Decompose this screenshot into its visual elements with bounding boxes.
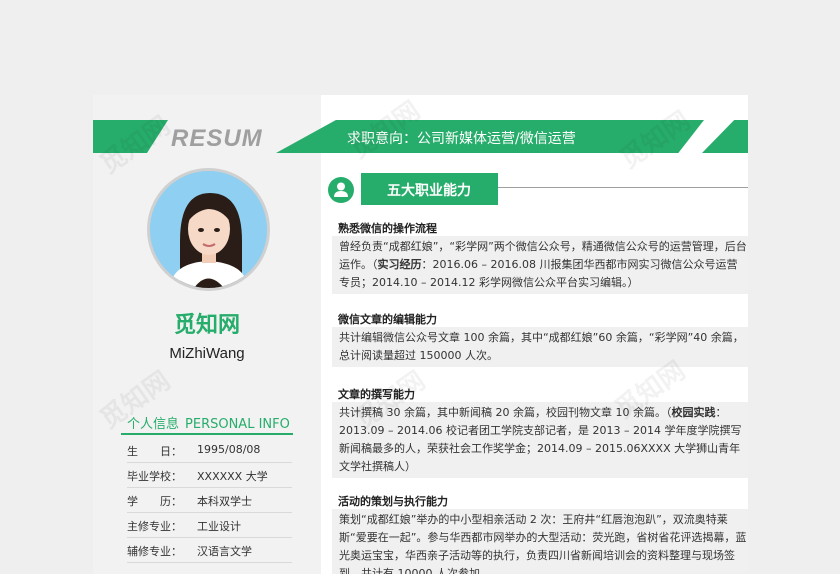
ability-title: 微信文章的编辑能力 [338, 313, 437, 326]
info-value: 工业设计 [197, 520, 241, 533]
ability-text: 策划“成都红娘”举办的中小型相亲活动 2 次：王府井“红唇泡泡趴”，双流奥特莱斯… [339, 513, 747, 574]
info-value: 1995/08/08 [197, 443, 261, 456]
info-row-birthday: 生 日： 1995/08/08 [127, 438, 292, 463]
info-key: 生 日： [127, 445, 182, 458]
info-row-degree: 学 历： 本科双学士 [127, 488, 292, 513]
resume-page: RESUM 求职意向：公司新媒体运营/微信运营 觅知网 MiZhiWang 个人… [93, 95, 748, 574]
ability-body: 共计编辑微信公众号文章 100 余篇，其中“成都红娘”60 余篇，“彩学网”40… [332, 327, 748, 367]
info-value: 汉语言文学 [197, 545, 252, 558]
ability-body: 曾经负责“成都红娘”，“彩学网”两个微信公众号，精通微信公众号的运营管理，后台运… [332, 236, 748, 294]
ability-text: 共计编辑微信公众号文章 100 余篇，其中“成都红娘”60 余篇，“彩学网”40… [339, 331, 744, 362]
personal-info-heading: 个人信息 PERSONAL INFO [127, 413, 290, 432]
section-rule [498, 187, 748, 188]
user-icon [328, 177, 354, 203]
info-row-school: 毕业学校： XXXXXX 大学 [127, 463, 292, 488]
info-key: 毕业学校： [127, 470, 182, 483]
info-key: 学 历： [127, 495, 182, 508]
resum-label: RESUM [171, 125, 263, 152]
ability-title: 熟悉微信的操作流程 [338, 222, 437, 235]
info-row-minor: 辅修专业： 汉语言文学 [127, 538, 292, 563]
ability-body: 策划“成都红娘”举办的中小型相亲活动 2 次：王府井“红唇泡泡趴”，双流奥特莱斯… [332, 509, 748, 574]
info-key: 主修专业： [127, 520, 182, 533]
section-title-box: 五大职业能力 [361, 173, 498, 205]
profile-photo [147, 168, 270, 291]
header-right-bar [702, 120, 748, 153]
ability-bold: 实习经历 [377, 258, 422, 271]
name-english: MiZhiWang [169, 345, 245, 362]
name-chinese: 觅知网 [173, 313, 240, 338]
info-row-major: 主修专业： 工业设计 [127, 513, 292, 538]
personal-info-title-en: PERSONAL INFO [185, 417, 290, 432]
personal-info-rule [121, 433, 293, 435]
info-value: 本科双学士 [197, 495, 252, 508]
info-key: 辅修专业： [127, 545, 182, 558]
ability-bold: 校园实践 [671, 406, 716, 419]
ability-title: 活动的策划与执行能力 [338, 495, 448, 508]
section-title: 五大职业能力 [387, 183, 471, 199]
info-value: XXXXXX 大学 [197, 470, 268, 483]
portrait-image [150, 171, 267, 288]
